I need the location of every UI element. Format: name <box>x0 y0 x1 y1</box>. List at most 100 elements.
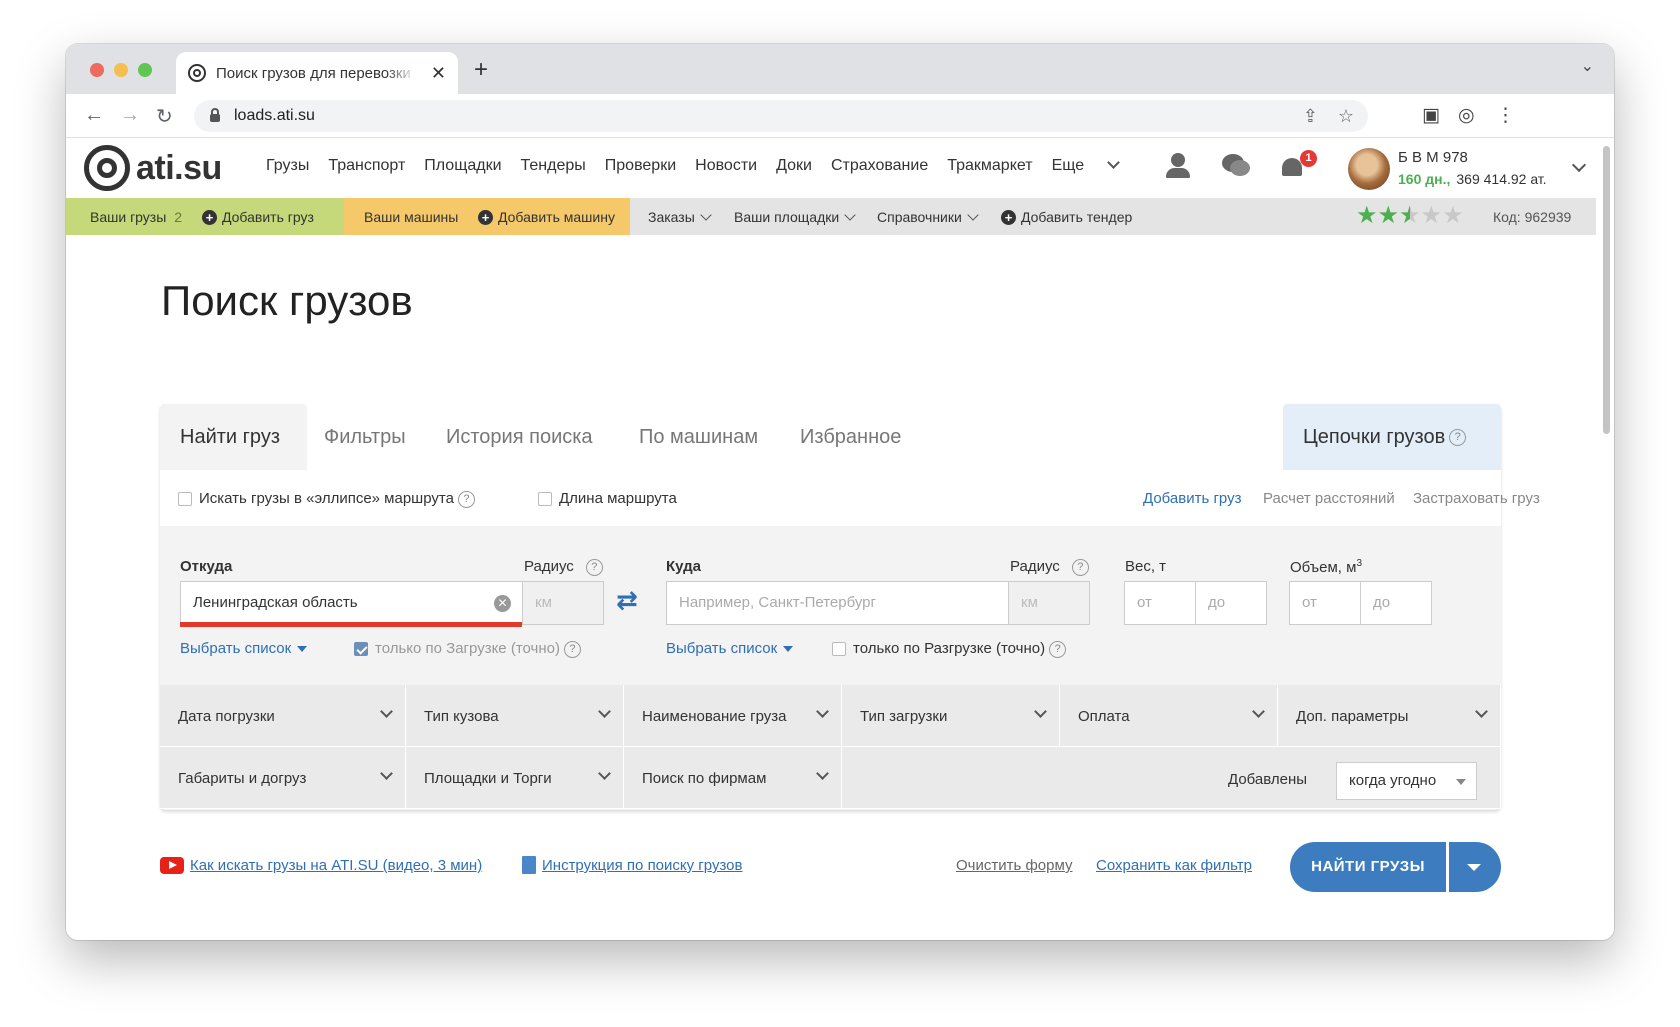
filter-sites-auctions[interactable]: Площадки и Торги <box>406 747 624 809</box>
from-select-list[interactable]: Выбрать список <box>180 640 308 657</box>
nav-truckmarket[interactable]: Тракмаркет <box>947 157 1032 175</box>
nav-insurance[interactable]: Страхование <box>831 157 928 175</box>
orders-menu[interactable]: Заказы <box>648 209 712 225</box>
from-radius-input[interactable]: км <box>522 581 604 625</box>
your-trucks-link[interactable]: Ваши машины <box>364 209 458 225</box>
help-icon[interactable]: ? <box>585 558 603 576</box>
ati-logo[interactable]: ati.su <box>84 145 222 191</box>
user-name[interactable]: Б В М 978 <box>1398 149 1468 166</box>
to-select-list[interactable]: Выбрать список <box>666 640 794 657</box>
clear-input-icon[interactable]: ✕ <box>494 595 511 612</box>
nav-transport[interactable]: Транспорт <box>328 157 405 175</box>
save-filter-link[interactable]: Сохранить как фильтр <box>1096 857 1252 874</box>
rating-stars[interactable]: ★★★★★ <box>1356 204 1464 228</box>
back-arrow-icon[interactable]: ← <box>84 104 104 127</box>
maximize-window-button[interactable] <box>138 63 152 77</box>
find-options-dropdown-button[interactable] <box>1449 842 1501 892</box>
only-unloading-checkbox[interactable] <box>832 642 846 657</box>
add-truck-button[interactable]: + Добавить машину <box>478 209 615 225</box>
tab-load-chains[interactable]: Цепочки грузов? <box>1283 404 1501 470</box>
help-icon[interactable]: ? <box>563 640 581 658</box>
volume-from-input[interactable]: от <box>1289 581 1361 625</box>
only-loading-checkbox[interactable] <box>354 642 368 657</box>
browser-tab-active[interactable]: Поиск грузов для перевозки ✕ <box>176 52 458 94</box>
lock-icon[interactable] <box>210 108 220 122</box>
route-length-option[interactable]: Длина маршрута <box>538 490 677 507</box>
volume-to-input[interactable]: до <box>1360 581 1432 625</box>
chat-icon[interactable] <box>1222 152 1250 180</box>
tab-filters[interactable]: Фильтры <box>324 426 406 449</box>
youtube-icon <box>160 857 184 874</box>
nav-checks[interactable]: Проверки <box>605 157 676 175</box>
find-loads-button[interactable]: НАЙТИ ГРУЗЫ <box>1290 842 1446 892</box>
nav-docs[interactable]: Доки <box>776 157 812 175</box>
new-tab-button[interactable]: + <box>474 56 488 84</box>
tab-search-chevron-icon[interactable]: ⌄ <box>1581 56 1594 76</box>
help-icon[interactable]: ? <box>1071 558 1089 576</box>
address-bar[interactable]: loads.ati.su ⇪ ☆ <box>194 100 1368 132</box>
nav-news[interactable]: Новости <box>695 157 757 175</box>
side-panel-icon[interactable]: ▣ <box>1422 104 1440 127</box>
your-loads-link[interactable]: Ваши грузы 2 <box>90 209 182 225</box>
filter-extra-params[interactable]: Доп. параметры <box>1278 685 1501 747</box>
help-icon[interactable]: ? <box>1449 429 1467 447</box>
tab-find-load[interactable]: Найти груз <box>160 404 307 470</box>
filter-body-type[interactable]: Тип кузова <box>406 685 624 747</box>
insure-load-link[interactable]: Застраховать груз <box>1413 490 1540 507</box>
add-load-link[interactable]: Добавить груз <box>1143 490 1241 507</box>
star-half-icon: ★ <box>1399 202 1421 229</box>
route-length-checkbox[interactable] <box>538 492 552 507</box>
nav-loads[interactable]: Грузы <box>266 157 309 175</box>
filter-loading-type[interactable]: Тип загрузки <box>842 685 1060 747</box>
only-loading-option[interactable]: только по Загрузке (точно)? <box>354 640 581 658</box>
filter-payment[interactable]: Оплата <box>1060 685 1278 747</box>
ellipse-option[interactable]: Искать грузы в «эллипсе» маршрута? <box>178 490 475 508</box>
forward-arrow-icon[interactable]: → <box>120 104 140 127</box>
tab-search-history[interactable]: История поиска <box>446 426 593 449</box>
only-unloading-option[interactable]: только по Разгрузке (точно)? <box>832 640 1067 658</box>
nav-tenders[interactable]: Тендеры <box>521 157 586 175</box>
minimize-window-button[interactable] <box>114 63 128 77</box>
browser-menu-icon[interactable]: ⋮ <box>1496 104 1515 127</box>
tab-favorites[interactable]: Избранное <box>800 426 901 449</box>
add-tender-button[interactable]: + Добавить тендер <box>1001 209 1132 225</box>
instruction-link[interactable]: Инструкция по поиску грузов <box>542 857 742 874</box>
from-select-list-label: Выбрать список <box>180 640 292 657</box>
close-window-button[interactable] <box>90 63 104 77</box>
video-guide-link[interactable]: Как искать грузы на ATI.SU (видео, 3 мин… <box>190 857 482 874</box>
bookmark-star-icon[interactable]: ☆ <box>1338 106 1354 127</box>
your-sites-menu[interactable]: Ваши площадки <box>734 209 856 225</box>
ati-extension-icon[interactable]: ◎ <box>1458 104 1475 127</box>
filter-loading-date[interactable]: Дата погрузки <box>160 685 406 747</box>
weight-from-input[interactable]: от <box>1124 581 1196 625</box>
swap-arrows-icon[interactable]: ⇄ <box>616 585 638 616</box>
filter-dimensions[interactable]: Габариты и догруз <box>160 747 406 809</box>
added-period-select[interactable]: когда угодно <box>1336 762 1477 800</box>
clear-form-link[interactable]: Очистить форму <box>956 857 1072 874</box>
tab-close-icon[interactable]: ✕ <box>431 63 446 84</box>
route-length-label: Длина маршрута <box>559 490 677 507</box>
nav-more[interactable]: Еще <box>1052 156 1138 175</box>
user-menu-chevron-icon[interactable] <box>1571 157 1587 173</box>
share-icon[interactable]: ⇪ <box>1303 106 1318 127</box>
filter-firms-search[interactable]: Поиск по фирмам <box>624 747 842 809</box>
ellipse-checkbox[interactable] <box>178 492 192 507</box>
add-load-button[interactable]: + Добавить груз <box>202 209 314 225</box>
user-profile-icon[interactable] <box>1164 152 1192 180</box>
url-text[interactable]: loads.ati.su <box>234 107 315 125</box>
from-input[interactable]: Ленинградская область <box>180 581 523 625</box>
filter-load-name[interactable]: Наименование груза <box>624 685 842 747</box>
references-menu[interactable]: Справочники <box>877 209 979 225</box>
scrollbar-thumb[interactable] <box>1603 146 1610 434</box>
page-scrollbar[interactable] <box>1598 138 1614 940</box>
tab-by-trucks[interactable]: По машинам <box>639 426 758 449</box>
to-input[interactable]: Например, Санкт-Петербург <box>666 581 1009 625</box>
help-icon[interactable]: ? <box>457 490 475 508</box>
help-icon[interactable]: ? <box>1049 640 1067 658</box>
nav-sites[interactable]: Площадки <box>424 157 501 175</box>
reload-icon[interactable]: ↻ <box>156 104 173 129</box>
weight-to-input[interactable]: до <box>1195 581 1267 625</box>
to-radius-input[interactable]: км <box>1008 581 1090 625</box>
distance-calc-link[interactable]: Расчет расстояний <box>1263 490 1395 507</box>
avatar[interactable] <box>1348 148 1390 190</box>
